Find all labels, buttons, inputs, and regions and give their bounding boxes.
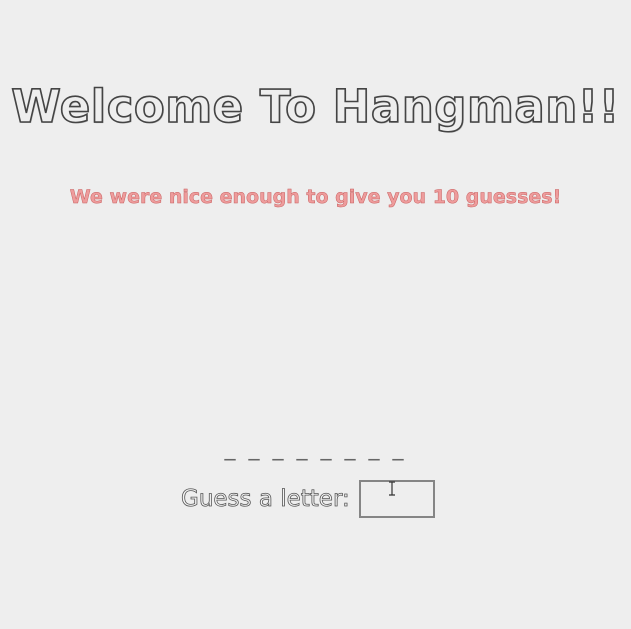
page-title: Welcome To Hangman!! (10, 79, 620, 134)
guess-letter-input[interactable] (358, 479, 435, 518)
word-blanks: _ _ _ _ _ _ _ _ (224, 436, 407, 461)
guess-row: Guess a letter: (181, 477, 435, 520)
guesses-subtitle: We were nice enough to give you 10 guess… (69, 186, 562, 209)
hangman-page: Welcome To Hangman!! We were nice enough… (0, 0, 631, 629)
guess-label: Guess a letter: (181, 485, 351, 512)
